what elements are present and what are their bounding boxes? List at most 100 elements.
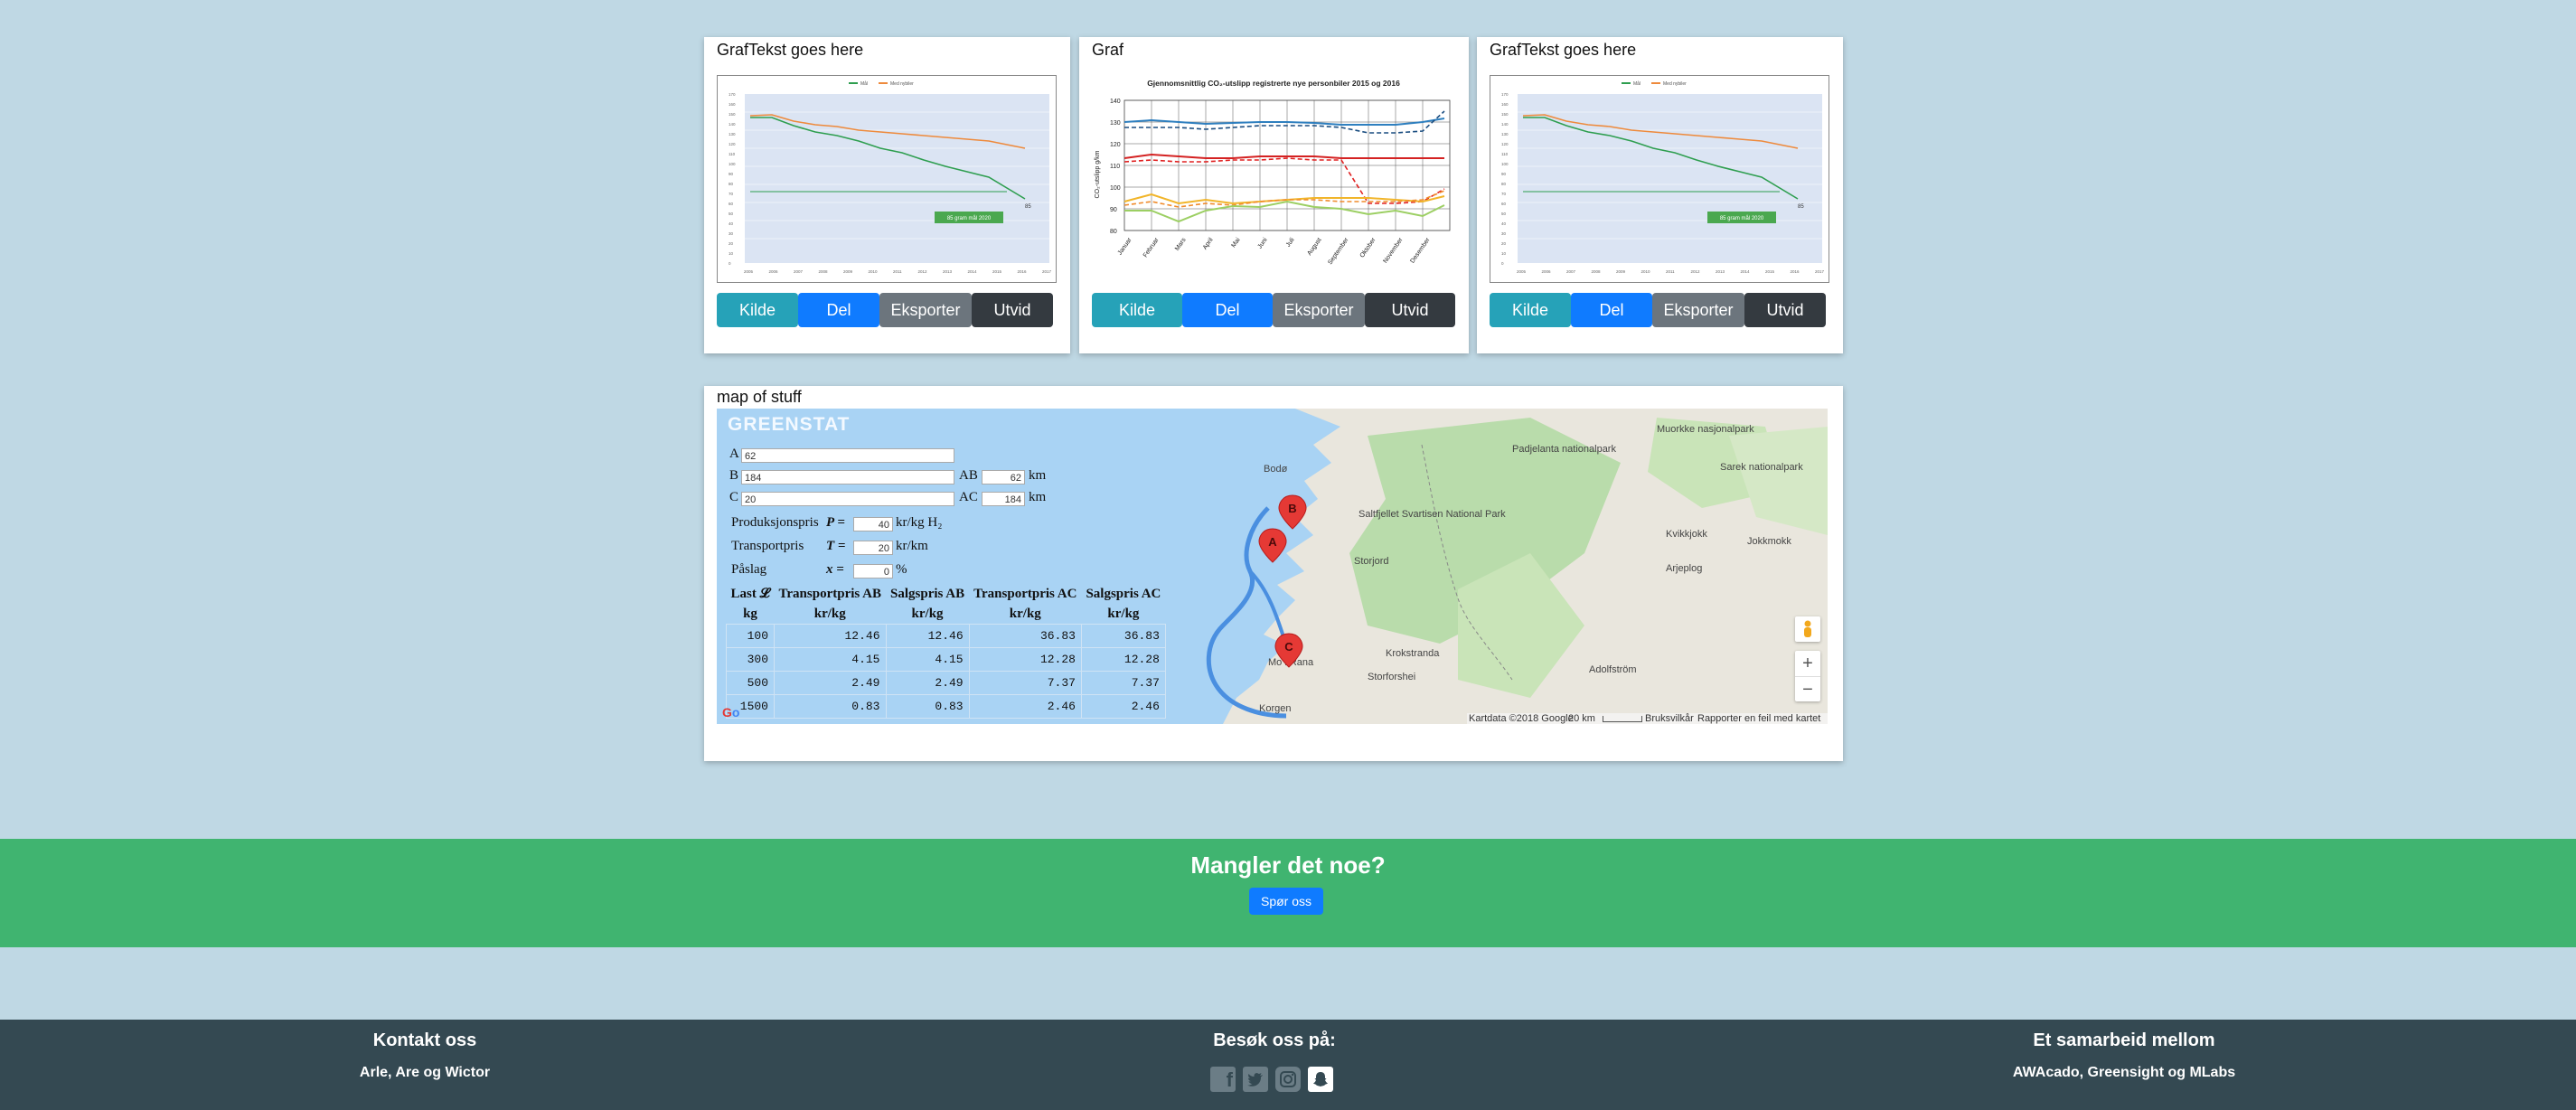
map-view[interactable]: Muorkke nasjonalpark Padjelanta nationalp… bbox=[717, 409, 1828, 724]
y-tick-label: 70 bbox=[1501, 192, 1507, 196]
end-value-label: 85 bbox=[1798, 204, 1804, 210]
chart-legend: Mål Med nybiler bbox=[849, 80, 914, 87]
graph-card-2: Graf Gjennomsnittlig CO₂-utslipp registr… bbox=[1079, 37, 1469, 353]
street-view-pegman-icon[interactable] bbox=[1795, 616, 1820, 642]
map-place-label: Korgen bbox=[1259, 703, 1291, 714]
field-b-label: B bbox=[729, 468, 739, 483]
price-p-input[interactable]: 40 bbox=[853, 517, 893, 531]
collab-title: Et samarbeid mellom bbox=[2033, 1030, 2215, 1050]
map-place-label: Adolfström bbox=[1589, 664, 1637, 675]
y-tick-label: 80 bbox=[1110, 229, 1117, 235]
col-unit: kg bbox=[743, 606, 757, 621]
table-cell: 2.49 bbox=[774, 671, 887, 695]
field-b-input[interactable]: 184 bbox=[741, 470, 954, 484]
eksporter-button[interactable]: Eksporter bbox=[1652, 293, 1744, 327]
map-place-label: Padjelanta nationalpark bbox=[1512, 444, 1616, 455]
y-tick-label: 0 bbox=[729, 261, 731, 266]
del-button[interactable]: Del bbox=[798, 293, 879, 327]
map-report-link[interactable]: Rapporter en feil med kartet bbox=[1697, 713, 1820, 724]
legend-label: Mål bbox=[1633, 80, 1641, 87]
twitter-icon[interactable] bbox=[1243, 1067, 1268, 1092]
map-place-label: Krokstranda bbox=[1386, 648, 1440, 659]
eksporter-button[interactable]: Eksporter bbox=[1273, 293, 1365, 327]
markup-unit: % bbox=[896, 562, 907, 577]
contact-names: Arle, Are og Wictor bbox=[359, 1065, 491, 1080]
map-place-label: Jokkmokk bbox=[1747, 536, 1791, 547]
price-table: Last 𝓛 Transportpris AB Salgspris AB Tra… bbox=[726, 584, 1166, 719]
x-tick-label: 2012 bbox=[918, 269, 928, 274]
zoom-in-button[interactable]: + bbox=[1795, 651, 1820, 676]
x-tick-label: 2017 bbox=[1815, 269, 1825, 274]
y-tick-label: 140 bbox=[1110, 99, 1121, 105]
x-tick-label: 2009 bbox=[1616, 269, 1626, 274]
chart-actions: Kilde Del Eksporter Utvid bbox=[1092, 293, 1455, 327]
kilde-button[interactable]: Kilde bbox=[1490, 293, 1571, 327]
y-tick-labels: 0 10 20 30 40 50 60 70 80 90 100 110 120 130 140 150 160… bbox=[729, 92, 736, 266]
x-tick-label: September bbox=[1327, 237, 1350, 267]
chart-legend: Mål Med nybiler bbox=[1622, 80, 1687, 87]
emission-trend-svg: Mål Med nybiler 85 gram mål 2020 85 2005… bbox=[729, 80, 1052, 274]
map-terms-link[interactable]: Bruksvilkår bbox=[1645, 713, 1694, 724]
table-row: 500 2.49 2.49 7.37 7.37 bbox=[726, 671, 1166, 695]
table-row: 100 12.46 12.46 36.83 36.83 bbox=[726, 624, 1166, 648]
facebook-icon[interactable]: f bbox=[1210, 1067, 1236, 1092]
del-button[interactable]: Del bbox=[1571, 293, 1652, 327]
markup-input[interactable]: 0 bbox=[853, 564, 893, 579]
ask-us-button[interactable]: Spør oss bbox=[1249, 888, 1323, 915]
price-t-label: Transportpris bbox=[731, 539, 804, 553]
y-tick-label: 90 bbox=[729, 172, 734, 176]
x-tick-label: 2015 bbox=[992, 269, 1002, 274]
zoom-control: + − bbox=[1795, 651, 1820, 701]
y-tick-label: 100 bbox=[1110, 185, 1121, 192]
kilde-button[interactable]: Kilde bbox=[717, 293, 798, 327]
social-links: f bbox=[1210, 1067, 1333, 1092]
end-value-label: 85 bbox=[1025, 204, 1031, 210]
chart-actions: Kilde Del Eksporter Utvid bbox=[1490, 293, 1826, 327]
utvid-button[interactable]: Utvid bbox=[1744, 293, 1826, 327]
greenstat-brand: GREENSTAT bbox=[728, 414, 851, 435]
y-tick-label: 110 bbox=[1110, 164, 1120, 170]
markup-symbol: x = bbox=[826, 562, 844, 577]
table-cell: 12.28 bbox=[968, 647, 1082, 672]
price-t-input[interactable]: 20 bbox=[853, 541, 893, 555]
instagram-icon[interactable] bbox=[1275, 1067, 1301, 1092]
table-cell: 500 bbox=[726, 671, 775, 695]
x-tick-label: 2008 bbox=[1592, 269, 1602, 274]
utvid-button[interactable]: Utvid bbox=[1365, 293, 1455, 327]
card-title: GrafTekst goes here bbox=[1490, 41, 1637, 59]
plot-area bbox=[1518, 94, 1822, 263]
y-tick-label: 70 bbox=[729, 192, 734, 196]
contact-title: Kontakt oss bbox=[372, 1030, 477, 1050]
y-tick-label: 120 bbox=[729, 142, 736, 146]
utvid-button[interactable]: Utvid bbox=[972, 293, 1053, 327]
x-tick-label: 2010 bbox=[869, 269, 879, 274]
map-card-title: map of stuff bbox=[717, 388, 802, 406]
x-tick-label: August bbox=[1306, 237, 1322, 257]
kilde-button[interactable]: Kilde bbox=[1092, 293, 1182, 327]
y-tick-label: 50 bbox=[1501, 212, 1507, 216]
series-red-2016 bbox=[1123, 157, 1445, 204]
del-button[interactable]: Del bbox=[1182, 293, 1273, 327]
zoom-out-button[interactable]: − bbox=[1795, 676, 1820, 702]
ac-unit: km bbox=[1029, 490, 1047, 504]
y-tick-label: 150 bbox=[729, 112, 736, 117]
x-tick-label: 2012 bbox=[1691, 269, 1701, 274]
card-title: GrafTekst goes here bbox=[717, 41, 864, 59]
co2-chart: Gjennomsnittlig CO₂-utslipp registrerte … bbox=[1092, 75, 1455, 287]
cta-heading: Mangler det noe? bbox=[1190, 851, 1386, 879]
field-c-input[interactable]: 20 bbox=[741, 492, 954, 506]
snapchat-icon[interactable] bbox=[1308, 1067, 1333, 1092]
x-tick-label: November bbox=[1382, 237, 1405, 265]
price-p-label: Produksjonspris bbox=[731, 515, 819, 530]
x-tick-label: 2009 bbox=[843, 269, 853, 274]
y-tick-label: 80 bbox=[729, 182, 734, 186]
y-tick-label: 120 bbox=[1110, 142, 1121, 148]
graph-card-3: GrafTekst goes here Mål Med nybiler 85 g… bbox=[1477, 37, 1843, 353]
price-t-symbol: T = bbox=[826, 539, 846, 553]
y-tick-label: 130 bbox=[1110, 120, 1121, 127]
marker-label: B bbox=[1288, 502, 1296, 515]
eksporter-button[interactable]: Eksporter bbox=[879, 293, 972, 327]
field-a-input[interactable]: 62 bbox=[741, 448, 954, 463]
table-cell: 4.15 bbox=[885, 647, 970, 672]
x-tick-label: 2017 bbox=[1042, 269, 1052, 274]
